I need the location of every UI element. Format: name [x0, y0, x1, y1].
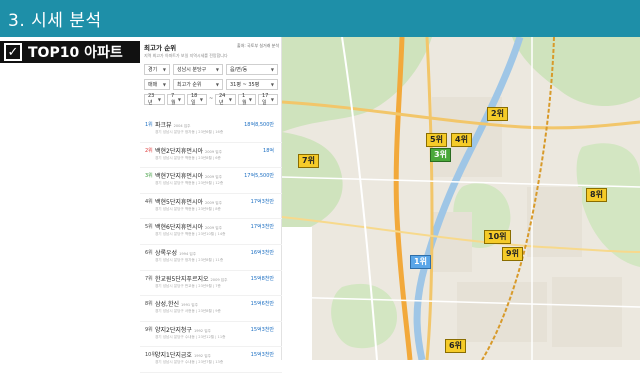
- list-item[interactable]: 4위 백현5단지휴먼시아 2009 입주 17억3천만 경기 성남시 분당구 백현…: [140, 194, 282, 220]
- dong-select[interactable]: 읍/면/동 ▼: [226, 64, 278, 75]
- apartment-detail: 경기 성남시 분당구 서현동 | 23년8월 | 9층: [155, 309, 221, 314]
- price-value: 15억6천만: [250, 301, 274, 308]
- rank-label: 9위: [145, 326, 153, 333]
- map-marker-rank-8[interactable]: 8위: [586, 188, 607, 202]
- price-value: 15억8천만: [250, 275, 274, 282]
- start-year-select[interactable]: 23년 ▼: [144, 93, 165, 106]
- chevron-down-icon: ▼: [270, 82, 274, 87]
- map-view[interactable]: 2위 5위 4위 3위 7위 8위 10위 9위 1위 6위: [282, 37, 640, 360]
- chevron-down-icon: ▼: [270, 67, 274, 72]
- ranking-panel: 최고가 순위 출처: 국토부 실거래 분석 지역 최고가 아파트가 보일 지역시…: [140, 37, 282, 373]
- list-item[interactable]: 3위 백현7단지휴먼시아 2009 입주 17억5,500만 경기 성남시 분당구…: [140, 168, 282, 194]
- apartment-detail: 경기 성남시 분당구 수내동 | 23년12월 | 11층: [155, 334, 226, 339]
- chevron-down-icon: ▼: [270, 97, 274, 102]
- chevron-down-icon: ▼: [215, 82, 219, 87]
- area-select[interactable]: 31평 ~ 35평 ▼: [226, 79, 278, 90]
- region-select[interactable]: 경기 ▼: [144, 64, 170, 75]
- map-marker-rank-6[interactable]: 6위: [445, 339, 466, 353]
- chevron-down-icon: ▼: [157, 97, 161, 102]
- apartment-name: 양지1단지금호 1992 입주: [155, 352, 211, 360]
- panel-description: 지역 최고가 아파트가 보일 지역시세를 전망합니다: [144, 53, 228, 58]
- apartment-detail: 경기 성남시 분당구 백현동 | 23년10월 | 14층: [155, 232, 226, 237]
- apartment-detail: 경기 성남시 분당구 백현동 | 23년8월 | 6층: [155, 155, 221, 160]
- apartment-name: 백현6단지휴먼시아 2009 입주: [155, 224, 222, 232]
- chevron-down-icon: ▼: [248, 97, 252, 102]
- price-value: 17억3천만: [250, 198, 274, 205]
- badge-label: TOP10 아파트: [28, 45, 123, 61]
- list-item[interactable]: 6위 상록우성 1994 입주 16억3천만 경기 성남시 분당구 정자동 | 2…: [140, 245, 282, 271]
- section-badge: ✓ TOP10 아파트: [0, 41, 140, 63]
- rank-label: 8위: [145, 301, 153, 308]
- chevron-down-icon: ▼: [215, 67, 219, 72]
- apartment-detail: 경기 성남시 분당구 정자동 | 23년6월 | 16층: [155, 130, 224, 134]
- rank-label: 7위: [145, 275, 153, 282]
- price-value: 17억3천만: [250, 224, 274, 231]
- rank-label: 4위: [145, 198, 153, 205]
- map-marker-rank-9[interactable]: 9위: [502, 247, 523, 261]
- price-value: 15억3천만: [250, 326, 274, 333]
- map-marker-rank-7[interactable]: 7위: [298, 154, 319, 168]
- map-marker-rank-2[interactable]: 2위: [487, 107, 508, 121]
- apartment-detail: 경기 성남시 분당구 백현동 | 23년9월 | 12층: [155, 181, 224, 186]
- list-item[interactable]: 10위 양지1단지금호 1992 입주 15억3천만 경기 성남시 분당구 수내동…: [140, 347, 282, 373]
- rank-label: 6위: [145, 249, 153, 256]
- price-value: 18억: [263, 147, 274, 154]
- map-marker-rank-1[interactable]: 1위: [410, 255, 431, 269]
- chevron-down-icon: ▼: [162, 67, 166, 72]
- rank-label: 1위: [145, 122, 153, 128]
- end-year-select[interactable]: 24년 ▼: [215, 93, 236, 106]
- apartment-name: 백현5단지휴먼시아 2009 입주: [155, 198, 222, 206]
- apartment-name: 삼성,한신 1991 입주: [155, 301, 198, 309]
- list-item[interactable]: 1위 파크뷰 2004 입주 18억8,500만 경기 성남시 분당구 정자동 |…: [140, 117, 282, 143]
- list-item[interactable]: 5위 백현6단지휴먼시아 2009 입주 17억3천만 경기 성남시 분당구 백현…: [140, 219, 282, 245]
- checkbox-icon: ✓: [4, 43, 22, 61]
- price-value: 18억8,500만: [244, 122, 274, 128]
- map-marker-rank-10[interactable]: 10위: [484, 230, 511, 244]
- end-month-select[interactable]: 1월 ▼: [238, 93, 256, 106]
- list-item[interactable]: 8위 삼성,한신 1991 입주 15억6천만 경기 성남시 분당구 서현동 | …: [140, 296, 282, 322]
- chevron-down-icon: ▼: [228, 97, 232, 102]
- map-marker-rank-5[interactable]: 5위: [426, 133, 447, 147]
- chevron-down-icon: ▼: [199, 97, 203, 102]
- sort-select[interactable]: 최고가 순위 ▼: [173, 79, 223, 90]
- trade-type-select[interactable]: 매매 ▼: [144, 79, 170, 90]
- chevron-down-icon: ▼: [177, 97, 181, 102]
- apartment-name: 백현2단지휴먼시아 2009 입주: [155, 147, 222, 155]
- apartment-name: 양지2단지청구 1992 입주: [155, 326, 211, 334]
- chevron-down-icon: ▼: [162, 82, 166, 87]
- price-value: 17억5,500만: [244, 173, 274, 180]
- slide-title: 3. 시세 분석: [8, 11, 102, 31]
- list-item[interactable]: 9위 양지2단지청구 1992 입주 15억3천만 경기 성남시 분당구 수내동 …: [140, 322, 282, 348]
- rank-label: 2위: [145, 147, 153, 154]
- apartment-detail: 경기 성남시 분당구 수내동 | 23년7월 | 13층: [155, 360, 224, 365]
- apartment-name: 파크뷰 2004 입주: [155, 122, 191, 129]
- panel-source: 출처: 국토부 실거래 분석: [237, 43, 279, 48]
- price-value: 15억3천만: [250, 352, 274, 359]
- apartment-detail: 경기 성남시 분당구 정자동 | 23년8월 | 11층: [155, 257, 224, 262]
- apartment-name: 상록우성 1994 입주: [155, 249, 196, 257]
- map-marker-rank-4[interactable]: 4위: [451, 133, 472, 147]
- list-item[interactable]: 2위 백현2단지휴먼시아 2009 입주 18억 경기 성남시 분당구 백현동 |…: [140, 143, 282, 169]
- start-month-select[interactable]: 7월 ▼: [167, 93, 185, 106]
- apartment-name: 한교원5단지푸르지오 2009 입주: [155, 275, 228, 283]
- apartment-detail: 경기 성남시 분당구 백현동 | 23년9월 | 8층: [155, 206, 221, 211]
- panel-title: 최고가 순위: [144, 44, 177, 52]
- slide-header: 3. 시세 분석: [0, 0, 640, 37]
- list-item[interactable]: 7위 한교원5단지푸르지오 2009 입주 15억8천만 경기 성남시 분당구 판…: [140, 271, 282, 297]
- price-value: 16억3천만: [250, 249, 274, 256]
- rank-label: 5위: [145, 224, 153, 231]
- start-day-select[interactable]: 18일 ▼: [187, 93, 207, 106]
- city-select[interactable]: 성남시 분당구 ▼: [173, 64, 223, 75]
- map-marker-rank-3[interactable]: 3위: [430, 148, 451, 162]
- apartment-detail: 경기 성남시 분당구 판교동 | 23년9월 | 7층: [155, 283, 221, 288]
- ranking-list: 1위 파크뷰 2004 입주 18억8,500만 경기 성남시 분당구 정자동 |…: [140, 117, 282, 373]
- rank-label: 3위: [145, 173, 153, 180]
- apartment-name: 백현7단지휴먼시아 2009 입주: [155, 173, 222, 181]
- end-day-select[interactable]: 17일 ▼: [258, 93, 278, 106]
- date-range-separator: ~: [209, 96, 214, 102]
